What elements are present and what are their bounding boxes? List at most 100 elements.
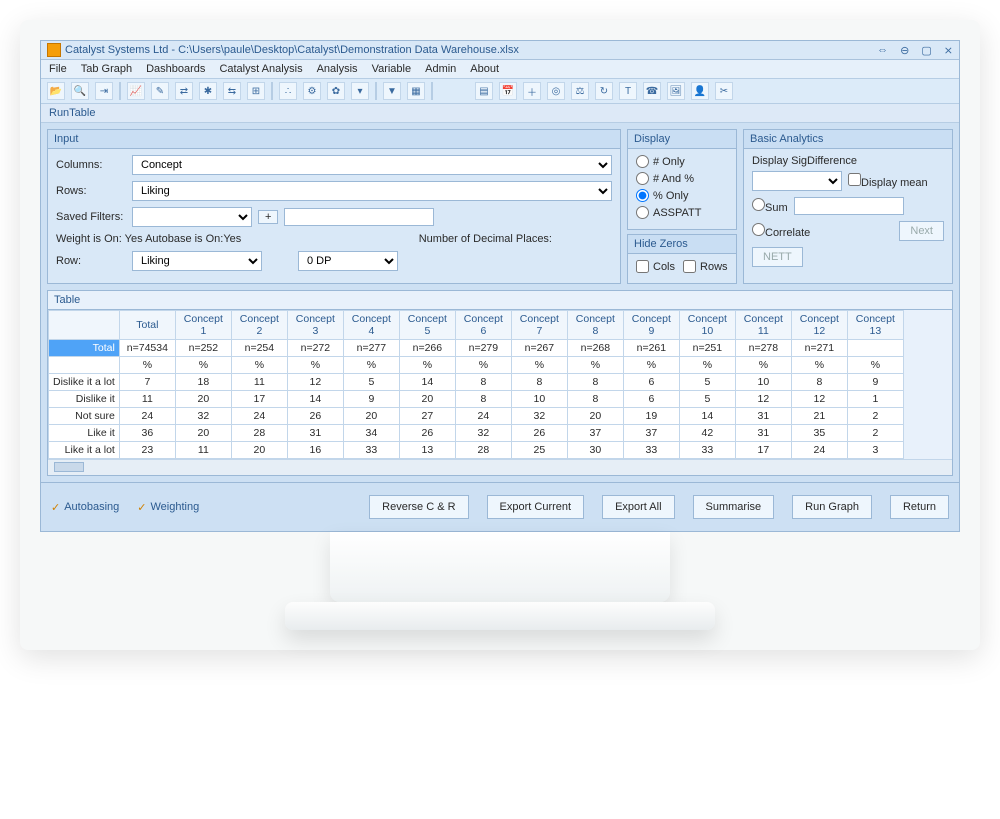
concept-column-header[interactable]: Concept5 [399,311,455,340]
menu-about[interactable]: About [470,63,499,75]
data-cell: % [791,357,847,374]
export-icon[interactable]: ⇥ [95,82,113,100]
cluster-icon[interactable]: ∴ [279,82,297,100]
text-icon[interactable]: T [619,82,637,100]
summarise-button[interactable]: Summarise [693,495,775,519]
saved-filters-select[interactable] [132,207,252,227]
row-label: Like it [49,425,120,442]
concept-column-header[interactable]: Concept8 [567,311,623,340]
row-label: Total [49,340,120,357]
minimize-button[interactable]: ⊖ [900,44,909,57]
autobasing-checkbox[interactable]: ✓Autobasing [51,501,119,514]
page-icon[interactable]: ▤ [475,82,493,100]
balance-icon[interactable]: ⚖ [571,82,589,100]
link-icon[interactable]: ⇆ [223,82,241,100]
export-all-button[interactable]: Export All [602,495,674,519]
maximize-button[interactable]: ▢ [921,44,931,57]
add-icon[interactable]: ＋ [523,82,541,100]
user-icon[interactable]: 👤 [691,82,709,100]
link-window-button[interactable]: ⇔ [877,44,888,57]
menu-variable[interactable]: Variable [372,63,412,75]
filter-icon[interactable]: ▼ [383,82,401,100]
concept-column-header[interactable]: Concept11 [735,311,791,340]
display-hash-and-pct[interactable]: # And % [636,172,728,185]
phone-icon[interactable]: ☎ [643,82,661,100]
grid-icon[interactable]: ▦ [407,82,425,100]
concept-column-header[interactable]: Concept7 [511,311,567,340]
data-cell: 33 [343,442,399,459]
columns-select[interactable]: Concept [132,155,612,175]
nett-button[interactable]: NETT [752,247,803,267]
open-icon[interactable]: 📂 [47,82,65,100]
sig-difference-select[interactable] [752,171,842,191]
data-cell: 26 [399,425,455,442]
history-icon[interactable]: ↻ [595,82,613,100]
menu-dashboards[interactable]: Dashboards [146,63,205,75]
concept-column-header[interactable]: Concept4 [343,311,399,340]
display-mean-checkbox[interactable]: Display mean [848,173,928,189]
calendar-icon[interactable]: 📅 [499,82,517,100]
monitor-frame: Catalyst Systems Ltd - C:\Users\paule\De… [20,20,980,650]
runtable-tab[interactable]: RunTable [41,104,959,123]
correlate-radio[interactable]: Correlate [752,223,810,239]
scrollbar-thumb[interactable] [54,462,84,472]
concept-column-header[interactable]: Concept6 [455,311,511,340]
image-icon[interactable]: 🖼 [667,82,685,100]
concept-column-header[interactable]: Concept9 [623,311,679,340]
concept-column-header[interactable]: Concept3 [287,311,343,340]
menu-file[interactable]: File [49,63,67,75]
data-grid[interactable]: TotalConcept1Concept2Concept3Concept4Con… [48,310,952,459]
share-icon[interactable]: ⇄ [175,82,193,100]
sum-input[interactable] [794,197,904,215]
rows-select[interactable]: Liking [132,181,612,201]
display-pct-only[interactable]: % Only [636,189,728,202]
table-panel: Table TotalConcept1Concept2Concept3Conce… [47,290,953,476]
run-graph-button[interactable]: Run Graph [792,495,872,519]
next-button[interactable]: Next [899,221,944,241]
dropdown-icon[interactable]: ▾ [351,82,369,100]
close-button[interactable]: ⨯ [944,44,953,57]
data-cell: 14 [679,408,735,425]
horizontal-scrollbar[interactable] [48,459,952,475]
chart-icon[interactable]: 📈 [127,82,145,100]
gear-icon[interactable]: ⚙ [303,82,321,100]
display-hash-only[interactable]: # Only [636,155,728,168]
concept-column-header[interactable]: Concept13 [847,311,903,340]
reverse-button[interactable]: Reverse C & R [369,495,468,519]
zoom-icon[interactable]: 🔍 [71,82,89,100]
concept-column-header[interactable]: Concept10 [679,311,735,340]
hide-rows-checkbox[interactable]: Rows [683,260,728,273]
display-asspatt[interactable]: ASSPATT [636,206,728,219]
window-title: Catalyst Systems Ltd - C:\Users\paule\De… [65,44,877,56]
total-column-header[interactable]: Total [119,311,175,340]
menu-analysis[interactable]: Analysis [317,63,358,75]
edit-icon[interactable]: ✎ [151,82,169,100]
row-select[interactable]: Liking [132,251,262,271]
footer-bar: ✓Autobasing ✓Weighting Reverse C & R Exp… [41,482,959,531]
sum-radio[interactable]: Sum [752,198,788,214]
decimal-places-select[interactable]: 0 DP [298,251,398,271]
tree-icon[interactable]: ⊞ [247,82,265,100]
data-cell: 30 [567,442,623,459]
concept-column-header[interactable]: Concept1 [175,311,231,340]
menu-tab-graph[interactable]: Tab Graph [81,63,132,75]
target-icon[interactable]: ◎ [547,82,565,100]
data-cell: % [175,357,231,374]
cut-icon[interactable]: ✂ [715,82,733,100]
data-cell: n=266 [399,340,455,357]
concept-column-header[interactable]: Concept2 [231,311,287,340]
hide-cols-checkbox[interactable]: Cols [636,260,675,273]
add-filter-button[interactable]: + [258,210,278,224]
concept-column-header[interactable]: Concept12 [791,311,847,340]
menu-admin[interactable]: Admin [425,63,456,75]
monitor-base [285,602,715,630]
export-current-button[interactable]: Export Current [487,495,585,519]
app-icon [47,43,61,57]
filter-text-input[interactable] [284,208,434,226]
weighting-checkbox[interactable]: ✓Weighting [137,501,199,514]
return-button[interactable]: Return [890,495,949,519]
menu-catalyst-analysis[interactable]: Catalyst Analysis [219,63,302,75]
flower-icon[interactable]: ✿ [327,82,345,100]
toolbar-sep-3 [375,82,377,100]
network-icon[interactable]: ✱ [199,82,217,100]
